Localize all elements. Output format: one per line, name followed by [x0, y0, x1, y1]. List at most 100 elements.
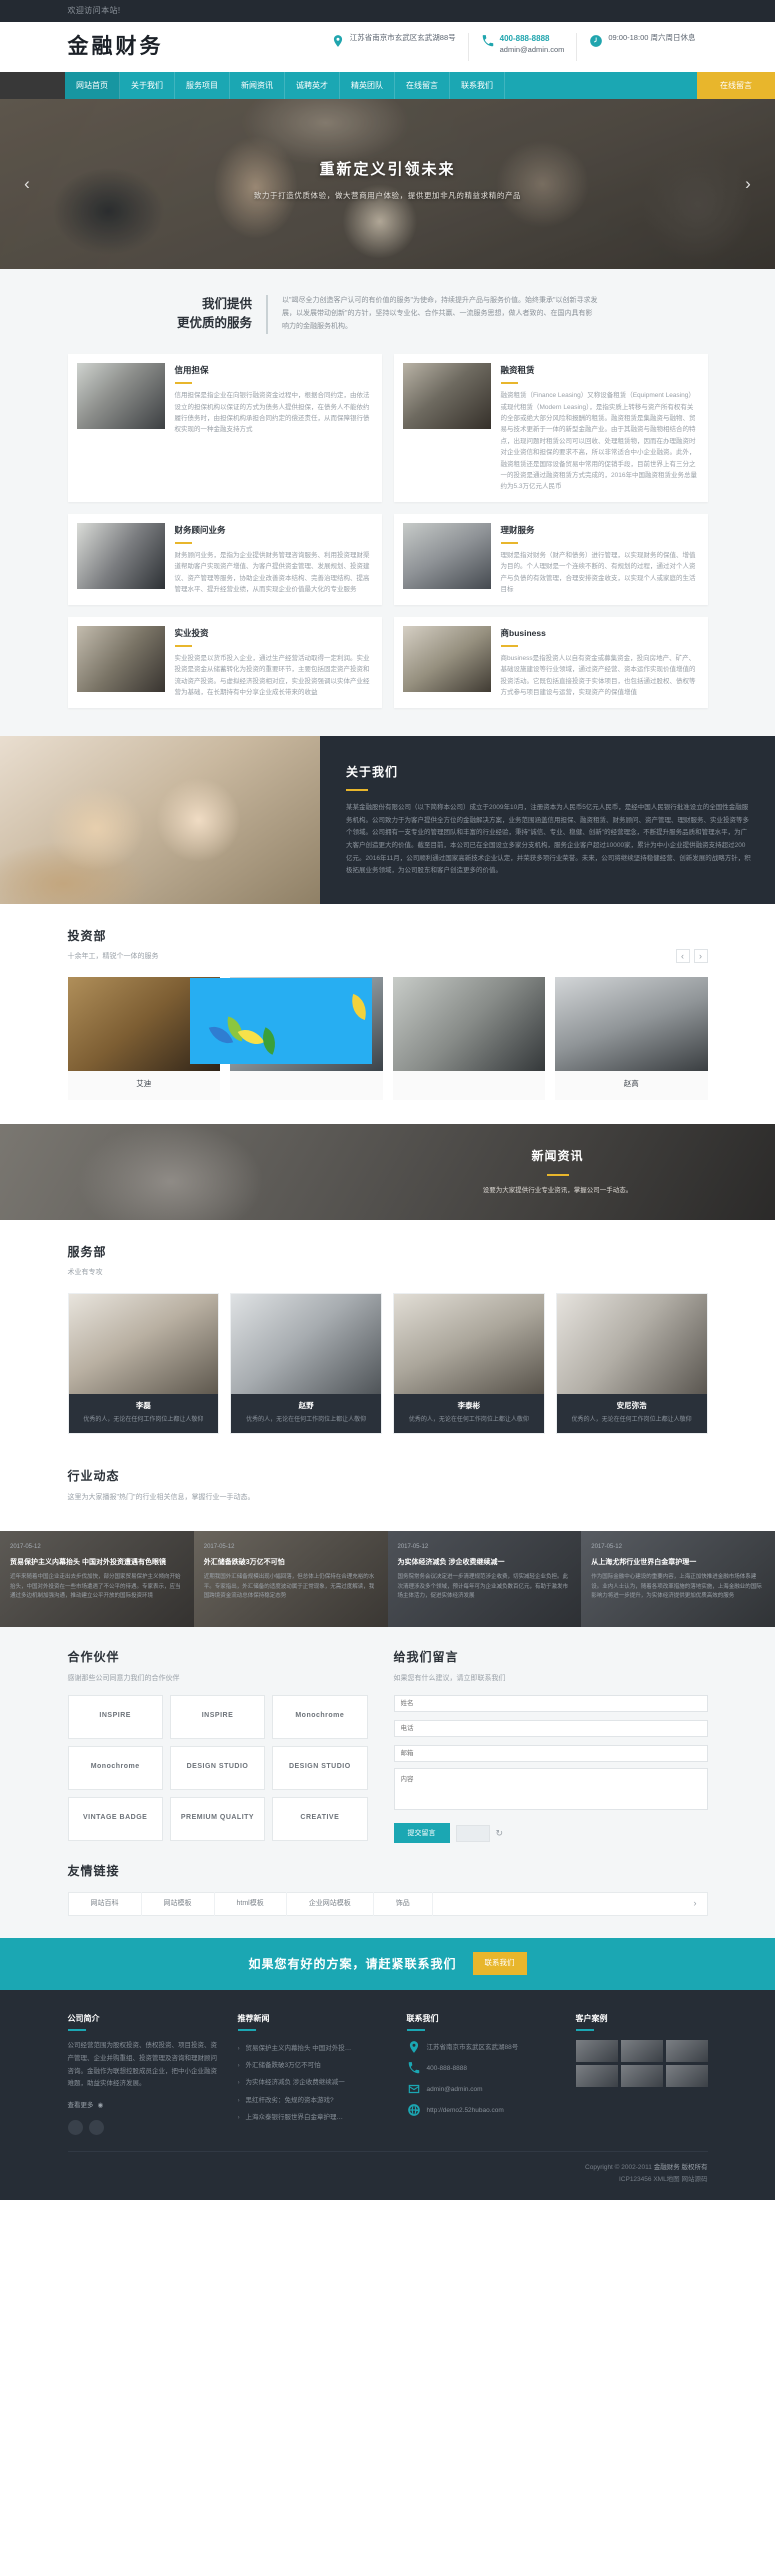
industry-title: 行业动态 — [67, 1469, 120, 1484]
friend-link[interactable]: 企业网站模板 — [287, 1891, 374, 1916]
hero-banner: 重新定义引领未来 致力于打造优质体验，做大营商用户体验，提供更加非凡的精益求精的… — [0, 99, 775, 269]
service-card-rule — [174, 645, 192, 647]
captcha-image[interactable] — [455, 1824, 490, 1842]
footer-news-item[interactable]: 外汇储备跌破3万亿不可怕 — [238, 2057, 387, 2074]
footer-news-item[interactable]: 为实体经济减负 涉企收费继续减一 — [238, 2074, 387, 2091]
industry-news-title: 贸易保护主义内幕抬头 中国对外投资遭遇有色眼镜 — [10, 1558, 166, 1566]
partner-logo[interactable]: INSPIRE — [169, 1694, 266, 1739]
leaf-shape-icon — [237, 1022, 264, 1051]
nav-item-home[interactable]: 网站首页 — [65, 72, 120, 99]
nav-item-careers[interactable]: 诚聘英才 — [285, 72, 340, 99]
message-email-input[interactable] — [393, 1744, 708, 1762]
message-name-input[interactable] — [393, 1694, 708, 1712]
welcome-text: 欢迎访问本站! — [67, 6, 121, 16]
partner-logo[interactable]: Monochrome — [272, 1694, 368, 1739]
footer-cases-heading: 客户案例 — [575, 2013, 608, 2023]
case-thumbnail[interactable] — [665, 2065, 708, 2088]
partner-logo[interactable]: VINTAGE BADGE — [67, 1796, 163, 1841]
staff-title: 服务部 — [67, 1244, 107, 1259]
case-thumbnail[interactable] — [665, 2040, 708, 2063]
friend-link[interactable]: 网站百科 — [69, 1891, 142, 1916]
partner-logo[interactable]: DESIGN STUDIO — [272, 1745, 368, 1790]
footer-heading-rule — [575, 2029, 594, 2032]
case-thumbnail[interactable] — [620, 2040, 663, 2063]
message-content-textarea[interactable] — [393, 1767, 708, 1810]
industry-news-card[interactable]: 2017-05-12 外汇储备跌破3万亿不可怕 近期我国外汇储备规模出现小幅回落… — [193, 1531, 388, 1628]
header-email-text: admin@admin.com — [499, 44, 565, 54]
industry-news-card[interactable]: 2017-05-12 从上海尤邦行业世界白金章护理一 作为国际金融中心建设的重要… — [581, 1531, 775, 1628]
cta-section: 如果您有好的方案，请赶紧联系我们 联系我们 — [0, 1937, 775, 1990]
message-form-block: 给我们留言 如果您有什么建议，请立即联系我们 提交留言 ↻ — [393, 1647, 708, 1844]
footer-contact-website: http://demo2.52hubao.com — [407, 2103, 556, 2117]
footer-news-item[interactable]: 贸易保护主义内幕抬头 中国对外投… — [238, 2040, 387, 2057]
industry-news-card[interactable]: 2017-05-12 贸易保护主义内幕抬头 中国对外投资遭遇有色眼镜 近年来随着… — [0, 1531, 194, 1628]
footer-heading-rule — [237, 2029, 256, 2032]
copyright-line1: Copyright © 2002-2011 金融财务 版权所有 — [68, 2162, 707, 2174]
footer-more-link[interactable]: 查看更多 ◉ — [68, 2100, 218, 2111]
staff-card[interactable]: 赵野 优秀的人，无论在任何工作岗位上都让人敬仰 — [230, 1292, 382, 1435]
service-card[interactable]: 财务顾问业务 财务顾问业务，是指为企业提供财务管理咨询服务、利用投资理财渠道帮助… — [67, 513, 382, 605]
weibo-icon[interactable] — [88, 2120, 104, 2136]
nav-item-team[interactable]: 精英团队 — [340, 72, 395, 99]
footer-news-item[interactable]: 上海众泰银行服世界白金章护理… — [238, 2109, 387, 2126]
invest-next-button[interactable]: › — [693, 948, 708, 963]
friend-link[interactable]: 网站模板 — [142, 1891, 215, 1916]
partner-logo[interactable]: PREMIUM QUALITY — [169, 1796, 266, 1841]
wechat-icon[interactable] — [67, 2120, 83, 2136]
footer-news-item[interactable]: 黑红杆改劣：免规的资本游戏? — [238, 2092, 387, 2109]
mail-icon — [408, 2085, 419, 2094]
industry-news-title: 外汇储备跌破3万亿不可怕 — [203, 1558, 285, 1566]
industry-news-card[interactable]: 2017-05-12 为实体经济减负 涉企收费继续减一 国务院常务会议决定进一步… — [387, 1531, 582, 1628]
service-card-image — [76, 625, 165, 692]
nav-item-contact[interactable]: 联系我们 — [450, 72, 505, 99]
partner-logo[interactable]: INSPIRE — [67, 1694, 163, 1739]
refresh-icon[interactable]: ↻ — [496, 1826, 504, 1841]
case-thumbnail[interactable] — [575, 2065, 618, 2088]
nav-item-news[interactable]: 新闻资讯 — [230, 72, 285, 99]
industry-news-desc: 近期我国外汇储备规模出现小幅回落，但总体上仍保持在合理充裕的水平。专家指出，外汇… — [203, 1574, 375, 1600]
service-card-desc: 理财是指对财务（财产和债务）进行管理，以实现财务的保值、增值为目的。个人理财是一… — [500, 552, 696, 594]
case-thumbnail[interactable] — [620, 2065, 663, 2088]
message-title: 给我们留言 — [393, 1650, 459, 1665]
staff-card[interactable]: 李磊 优秀的人，无论在任何工作岗位上都让人敬仰 — [67, 1292, 220, 1435]
service-card[interactable]: 实业投资 实业投资是以货币投入企业，通过生产经营活动取得一定利润。实业投资是资金… — [67, 616, 382, 708]
service-card[interactable]: 融资租赁 融资租赁（Finance Leasing）又称设备租赁（Equipme… — [393, 353, 708, 502]
invest-carousel-nav: ‹ › — [675, 948, 708, 963]
friend-links-more-arrow[interactable]: › — [694, 1896, 707, 1911]
message-phone-input[interactable] — [393, 1719, 708, 1737]
partner-logo[interactable]: DESIGN STUDIO — [169, 1745, 266, 1790]
main-navigation: 网站首页 关于我们 服务项目 新闻资讯 诚聘英才 精英团队 在线留言 联系我们 … — [0, 72, 775, 99]
header-phone-text: 400-888-8888 admin@admin.com — [500, 33, 565, 55]
site-logo[interactable]: 金融财务 — [68, 29, 164, 65]
nav-item-message[interactable]: 在线留言 — [395, 72, 450, 99]
invest-member-card[interactable] — [392, 976, 545, 1100]
services-grid: 信用担保 信用担保是指企业在向银行融资资金过程中，根据合同约定，由依法设立的担保… — [67, 353, 708, 708]
staff-card[interactable]: 安尼弥浩 优秀的人，无论在任何工作岗位上都让人敬仰 — [555, 1292, 708, 1435]
nav-cta-button[interactable]: 在线留言 — [697, 72, 775, 99]
message-submit-button[interactable]: 提交留言 — [393, 1823, 450, 1844]
cta-contact-button[interactable]: 联系我们 — [472, 1952, 527, 1976]
friend-link[interactable]: html模板 — [215, 1891, 287, 1916]
invest-member-card[interactable]: 赵高 — [555, 976, 708, 1100]
banner-next-arrow[interactable]: › — [739, 175, 757, 193]
about-body: 某某金融股份有限公司（以下简称本公司）成立于2009年10月，注册资本为人民币5… — [346, 803, 751, 875]
partner-logo[interactable]: Monochrome — [67, 1745, 163, 1790]
nav-item-services[interactable]: 服务项目 — [175, 72, 230, 99]
industry-news-date: 2017-05-12 — [591, 1544, 622, 1551]
nav-item-about[interactable]: 关于我们 — [120, 72, 175, 99]
case-thumbnail[interactable] — [575, 2040, 618, 2063]
partner-logo[interactable]: CREATIVE — [272, 1796, 368, 1841]
friend-link[interactable]: 饰品 — [374, 1891, 433, 1916]
industry-news-desc: 作为国际金融中心建设的重要内容，上海正加快推进金融市场体系建设。业内人士认为，随… — [591, 1574, 762, 1600]
services-intro: 以"竭尽全力创造客户认可的有价值的服务"为使命，持续提升产品与服务价值。始终秉承… — [282, 297, 598, 330]
services-heading-line2: 更优质的服务 — [176, 316, 252, 331]
banner-prev-arrow[interactable]: ‹ — [18, 175, 36, 193]
service-card[interactable]: 信用担保 信用担保是指企业在向银行融资资金过程中，根据合同约定，由依法设立的担保… — [67, 353, 382, 502]
staff-photo — [556, 1293, 707, 1394]
invest-prev-button[interactable]: ‹ — [675, 948, 690, 963]
service-card[interactable]: 理财服务 理财是指对财务（财产和债务）进行管理，以实现财务的保值、增值为目的。个… — [393, 513, 708, 605]
service-card[interactable]: 商business 商business是指投资人以自有资金或募集资金，投向房地产… — [393, 616, 708, 708]
staff-header: 服务部 术业有专攻 — [68, 1242, 708, 1279]
staff-card[interactable]: 李泰彬 优秀的人，无论在任何工作岗位上都让人敬仰 — [393, 1292, 545, 1435]
staff-photo — [231, 1293, 381, 1394]
